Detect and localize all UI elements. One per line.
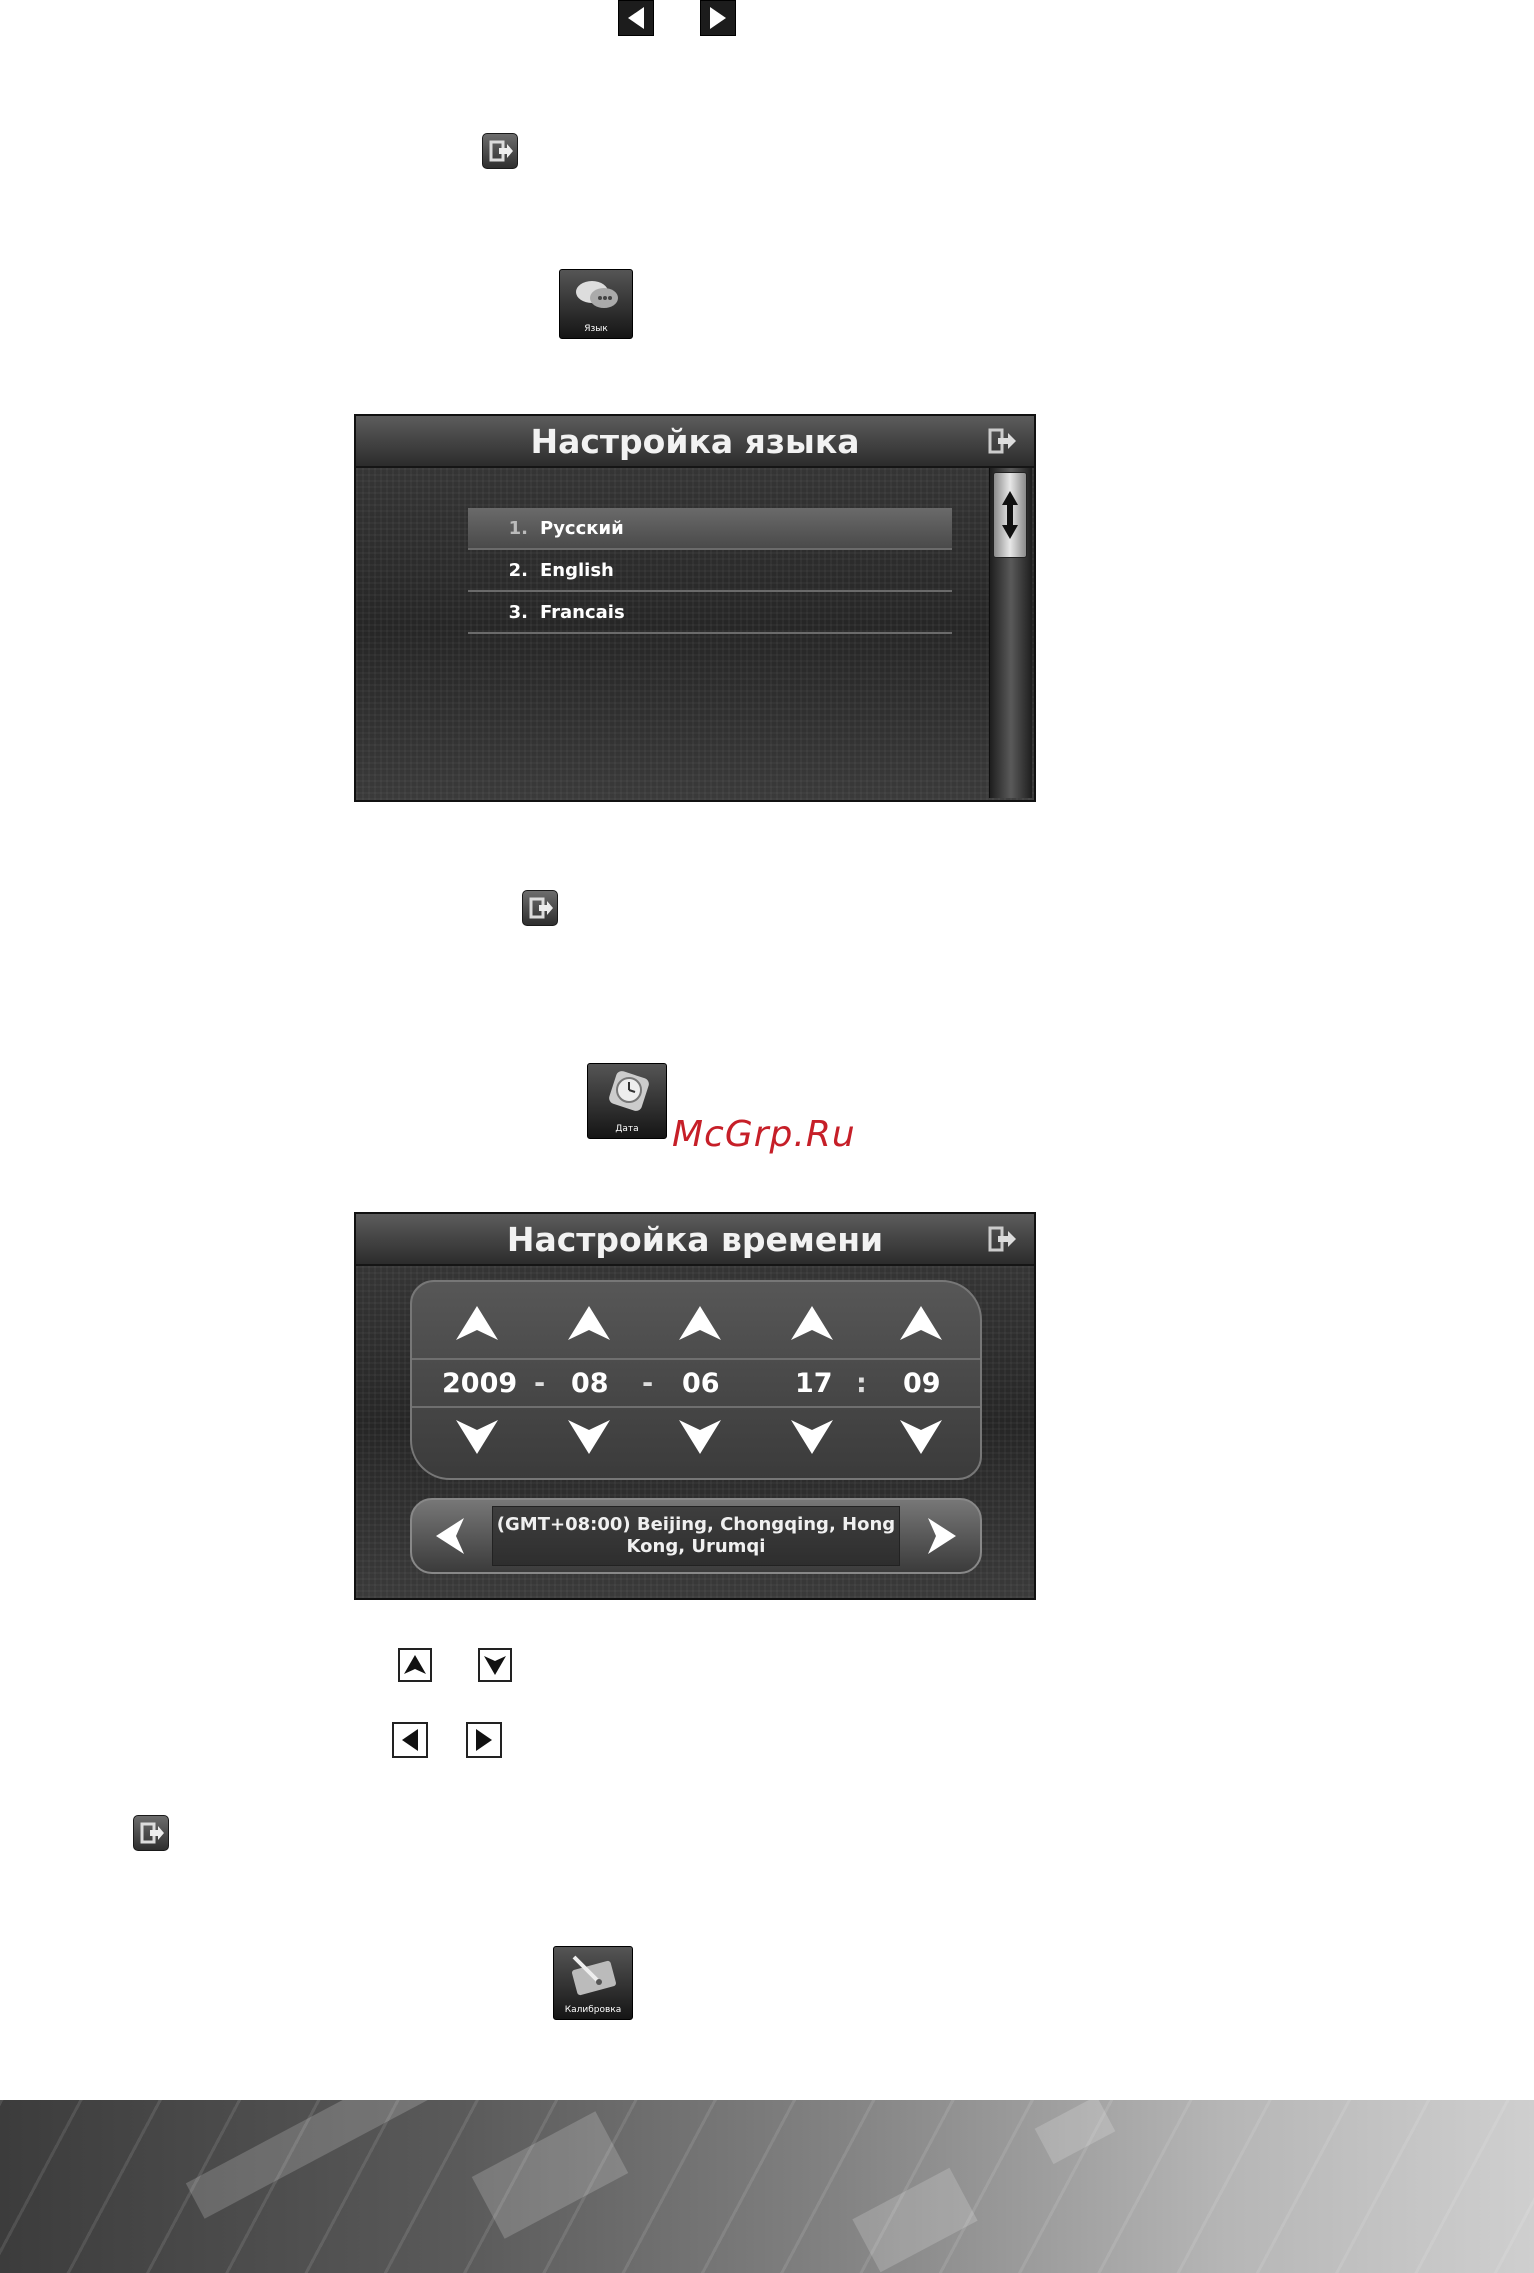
language-item-number: 1. xyxy=(508,517,528,539)
day-value: 06 xyxy=(682,1368,720,1399)
right-arrow-icon xyxy=(466,1722,502,1758)
exit-icon xyxy=(133,1815,169,1851)
day-up-arrow-icon[interactable] xyxy=(677,1304,723,1342)
language-menu-icon[interactable]: Язык xyxy=(559,269,633,339)
right-arrow-icon xyxy=(700,0,736,36)
calibration-menu-icon[interactable]: Калибровка xyxy=(553,1946,633,2020)
exit-icon xyxy=(522,890,558,926)
footer-decoration-block xyxy=(852,2167,978,2273)
timezone-selector: (GMT+08:00) Beijing, Chongqing, Hong Kon… xyxy=(410,1498,982,1574)
time-panel-header: Настройка времени xyxy=(356,1214,1034,1266)
minute-value: 09 xyxy=(903,1368,941,1399)
minute-down-arrow-icon[interactable] xyxy=(898,1418,944,1456)
scroll-icon[interactable] xyxy=(993,472,1027,558)
hour-down-arrow-icon[interactable] xyxy=(789,1418,835,1456)
calibration-menu-label: Калибровка xyxy=(564,2005,622,2015)
year-value: 2009 xyxy=(442,1368,518,1399)
left-arrow-icon xyxy=(392,1722,428,1758)
time-settings-panel: Настройка времени 2009 - 08 - 06 17 : 09… xyxy=(354,1212,1036,1600)
hour-up-arrow-icon[interactable] xyxy=(789,1304,835,1342)
minute-up-arrow-icon[interactable] xyxy=(898,1304,944,1342)
footer-decoration xyxy=(0,2100,1534,2273)
footer-decoration-block xyxy=(1034,2100,1116,2165)
datetime-editor: 2009 - 08 - 06 17 : 09 xyxy=(410,1280,982,1480)
month-down-arrow-icon[interactable] xyxy=(566,1418,612,1456)
year-up-arrow-icon[interactable] xyxy=(454,1304,500,1342)
date-menu-icon[interactable]: Дата xyxy=(587,1063,667,1139)
time-panel-title: Настройка времени xyxy=(506,1219,884,1259)
timezone-value: (GMT+08:00) Beijing, Chongqing, Hong Kon… xyxy=(492,1506,900,1566)
up-arrow-icon xyxy=(398,1648,432,1682)
language-item[interactable]: 3. Francais xyxy=(468,592,952,634)
timezone-prev-arrow-icon[interactable] xyxy=(428,1514,472,1558)
exit-icon[interactable] xyxy=(986,425,1020,457)
watermark-text: McGrp.Ru xyxy=(672,1114,856,1155)
month-value: 08 xyxy=(571,1368,609,1399)
language-item-label: Русский xyxy=(540,517,624,539)
language-item-number: 3. xyxy=(508,601,528,623)
language-item[interactable]: 1. Русский xyxy=(468,508,952,550)
language-item[interactable]: 2. English xyxy=(468,550,952,592)
left-arrow-icon xyxy=(618,0,654,36)
language-scrollbar[interactable] xyxy=(989,468,1032,798)
year-down-arrow-icon[interactable] xyxy=(454,1418,500,1456)
language-settings-panel: Настройка языка 1. Русский 2. English 3.… xyxy=(354,414,1036,802)
date-separator: - xyxy=(534,1368,546,1399)
footer-decoration-block xyxy=(471,2111,629,2239)
timezone-next-arrow-icon[interactable] xyxy=(920,1514,964,1558)
month-up-arrow-icon[interactable] xyxy=(566,1304,612,1342)
date-separator: - xyxy=(642,1368,654,1399)
day-down-arrow-icon[interactable] xyxy=(677,1418,723,1456)
date-menu-label: Дата xyxy=(615,1124,639,1134)
language-panel-title: Настройка языка xyxy=(530,421,860,461)
language-item-number: 2. xyxy=(508,559,528,581)
hour-value: 17 xyxy=(795,1368,833,1399)
time-separator: : xyxy=(856,1368,867,1399)
exit-icon xyxy=(482,133,518,169)
language-menu-label: Язык xyxy=(584,324,608,334)
language-item-label: English xyxy=(540,559,614,581)
exit-icon[interactable] xyxy=(986,1223,1020,1255)
footer-decoration-block xyxy=(185,2100,435,2219)
language-panel-header: Настройка языка xyxy=(356,416,1034,468)
down-arrow-icon xyxy=(478,1648,512,1682)
language-item-label: Francais xyxy=(540,601,625,623)
